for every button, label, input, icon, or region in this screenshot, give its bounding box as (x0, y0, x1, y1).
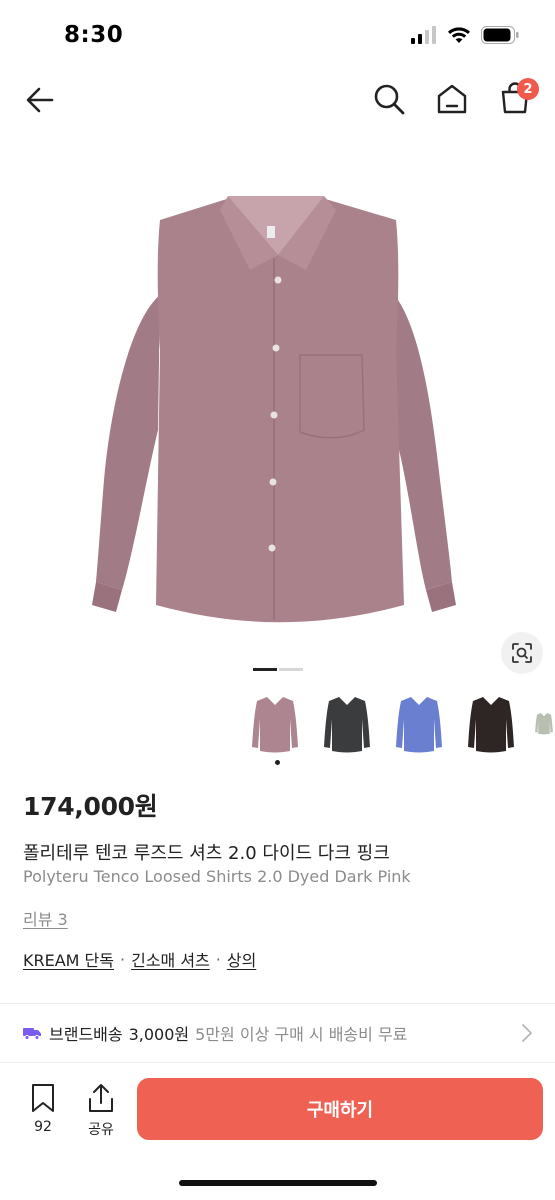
tag-separator: · (120, 949, 126, 969)
image-search-button[interactable] (501, 632, 543, 674)
camera-scan-icon (512, 643, 532, 663)
selected-thumbnail-dot (275, 760, 280, 765)
shirt-thumbnail (396, 697, 442, 753)
delivery-label: 브랜드배송 (49, 1025, 123, 1044)
shirt-thumbnail (535, 713, 553, 735)
share-label: 공유 (88, 1122, 114, 1138)
home-icon[interactable] (435, 82, 469, 116)
nav-bar (0, 66, 555, 132)
product-name-english: Polyteru Tenco Loosed Shirts 2.0 Dyed Da… (23, 867, 411, 886)
product-price: 174,000원 (23, 792, 158, 821)
color-thumbnail[interactable] (246, 688, 304, 758)
truck-icon (23, 1028, 41, 1040)
buy-button[interactable]: 구매하기 (137, 1078, 543, 1140)
home-indicator (179, 1180, 377, 1186)
status-time: 8:30 (64, 22, 124, 48)
delivery-price: 3,000원 (128, 1025, 190, 1044)
divider (0, 1062, 555, 1063)
image-pager (253, 668, 303, 671)
cart-count-badge: 2 (517, 78, 539, 100)
pager-indicator (279, 668, 303, 671)
shirt-thumbnail (324, 697, 370, 753)
battery-icon (481, 26, 519, 44)
product-tags: KREAM 단독 · 긴소매 셔츠 · 상의 (23, 947, 256, 971)
back-arrow-icon[interactable] (22, 82, 58, 118)
divider (0, 1003, 555, 1004)
color-thumbnail[interactable] (390, 688, 448, 758)
pager-indicator-active (253, 668, 277, 671)
delivery-note: 5만원 이상 구매 시 배송비 무료 (195, 1025, 408, 1044)
product-name-korean: 폴리테루 텐코 루즈드 셔츠 2.0 다이드 다크 핑크 (23, 843, 390, 864)
search-icon[interactable] (372, 82, 406, 116)
color-thumbnail[interactable] (534, 688, 554, 758)
color-thumbnail[interactable] (462, 688, 520, 758)
review-link[interactable]: 리뷰 3 (23, 906, 68, 930)
chevron-right-icon (522, 1024, 532, 1042)
tag-kream-exclusive[interactable]: KREAM 단독 (23, 947, 114, 971)
bookmark-count: 92 (34, 1119, 52, 1135)
tag-separator: · (215, 949, 221, 969)
wifi-icon (448, 27, 470, 43)
share-button[interactable]: 공유 (82, 1083, 120, 1139)
tag-top[interactable]: 상의 (227, 947, 256, 971)
shirt-thumbnail (468, 697, 514, 753)
tag-long-sleeve-shirt[interactable]: 긴소매 셔츠 (131, 947, 210, 971)
color-thumbnail[interactable] (318, 688, 376, 758)
status-bar: 8:30 (0, 0, 555, 66)
bookmark-button[interactable]: 92 (24, 1083, 62, 1135)
color-thumbnails (246, 688, 554, 758)
delivery-info-row[interactable]: 브랜드배송 3,000원 5만원 이상 구매 시 배송비 무료 (23, 1020, 533, 1046)
bookmark-icon (32, 1084, 54, 1112)
share-icon (89, 1084, 113, 1112)
shirt-thumbnail (252, 697, 298, 753)
status-icons (411, 26, 519, 44)
product-image[interactable] (60, 150, 500, 640)
cellular-signal-icon (411, 26, 436, 44)
